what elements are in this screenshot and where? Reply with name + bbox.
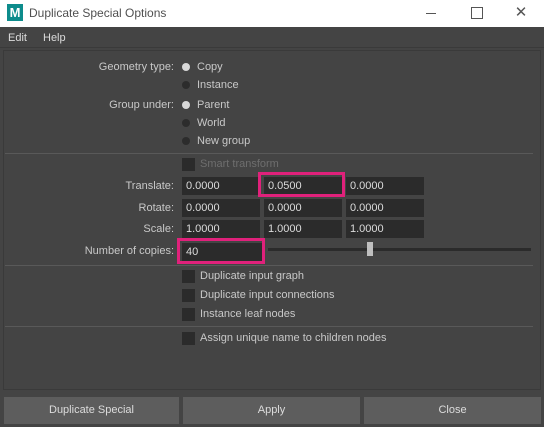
smart-transform-checkbox[interactable] (182, 158, 195, 171)
radio-instance[interactable] (182, 81, 190, 89)
rotate-label: Rotate: (138, 202, 174, 214)
radio-new-group-label[interactable]: New group (197, 135, 250, 147)
copies-slider-track[interactable] (268, 248, 531, 251)
assign-unique-name-label[interactable]: Assign unique name to children nodes (200, 332, 387, 344)
radio-parent[interactable] (182, 101, 190, 109)
radio-parent-label[interactable]: Parent (197, 99, 229, 111)
radio-copy-label[interactable]: Copy (197, 61, 223, 73)
menu-bar: Edit Help (0, 27, 544, 48)
menu-edit[interactable]: Edit (8, 32, 27, 44)
minimize-icon[interactable] (408, 0, 454, 27)
apply-button[interactable]: Apply (183, 397, 360, 424)
close-button[interactable]: Close (364, 397, 541, 424)
translate-x-field[interactable] (182, 177, 260, 195)
rotate-y-field[interactable] (264, 199, 342, 217)
copies-slider-handle[interactable] (367, 242, 373, 256)
menu-help[interactable]: Help (43, 32, 66, 44)
separator (5, 326, 533, 327)
window-title: Duplicate Special Options (29, 6, 167, 20)
scale-y-field[interactable] (264, 220, 342, 238)
duplicate-special-button[interactable]: Duplicate Special (4, 397, 179, 424)
maximize-icon[interactable] (454, 0, 500, 27)
radio-new-group[interactable] (182, 137, 190, 145)
highlight-box (258, 172, 345, 197)
radio-copy[interactable] (182, 63, 190, 71)
translate-label: Translate: (125, 180, 174, 192)
duplicate-input-graph-label[interactable]: Duplicate input graph (200, 270, 304, 282)
close-icon[interactable]: ✕ (498, 0, 544, 27)
scale-label: Scale: (143, 223, 174, 235)
radio-world[interactable] (182, 119, 190, 127)
title-bar: M Duplicate Special Options ✕ (0, 0, 544, 27)
copies-label: Number of copies: (84, 245, 174, 257)
highlight-box (177, 238, 265, 264)
translate-z-field[interactable] (346, 177, 424, 195)
separator (5, 265, 533, 266)
maya-logo-icon: M (7, 4, 23, 21)
smart-transform-label: Smart transform (200, 158, 279, 170)
radio-world-label[interactable]: World (197, 117, 226, 129)
duplicate-input-graph-checkbox[interactable] (182, 270, 195, 283)
instance-leaf-nodes-checkbox[interactable] (182, 308, 195, 321)
group-under-label: Group under: (109, 99, 174, 111)
geometry-type-label: Geometry type: (98, 61, 174, 73)
scale-z-field[interactable] (346, 220, 424, 238)
duplicate-input-connections-label[interactable]: Duplicate input connections (200, 289, 335, 301)
rotate-x-field[interactable] (182, 199, 260, 217)
rotate-z-field[interactable] (346, 199, 424, 217)
button-bar: Duplicate Special Apply Close (0, 393, 544, 427)
duplicate-input-connections-checkbox[interactable] (182, 289, 195, 302)
separator (5, 153, 533, 154)
instance-leaf-nodes-label[interactable]: Instance leaf nodes (200, 308, 295, 320)
assign-unique-name-checkbox[interactable] (182, 332, 195, 345)
radio-instance-label[interactable]: Instance (197, 79, 239, 91)
scale-x-field[interactable] (182, 220, 260, 238)
